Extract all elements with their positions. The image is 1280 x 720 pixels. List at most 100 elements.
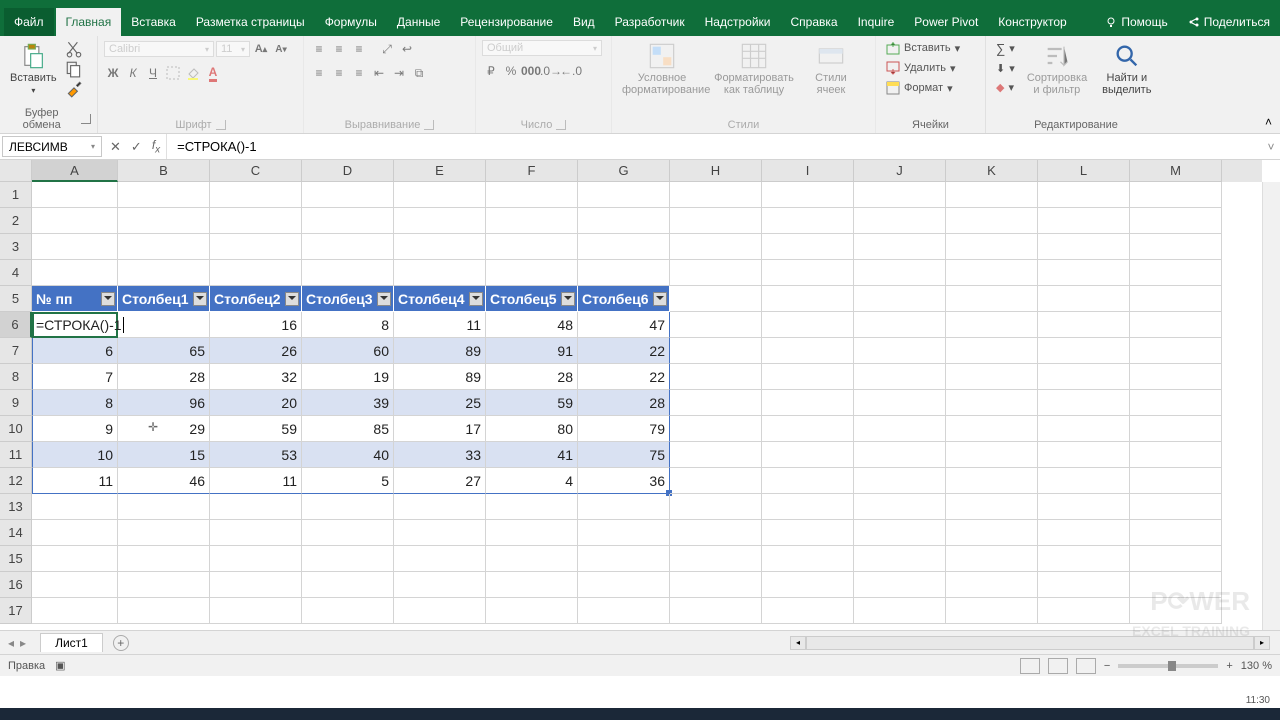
cell-F10[interactable]: 80 — [486, 416, 578, 442]
cell-B1[interactable] — [118, 182, 210, 208]
cell-J2[interactable] — [854, 208, 946, 234]
number-launcher[interactable] — [556, 120, 566, 130]
cell-G7[interactable]: 22 — [578, 338, 670, 364]
cell-E11[interactable]: 33 — [394, 442, 486, 468]
filter-button[interactable] — [193, 292, 207, 306]
decrease-font-button[interactable]: A▾ — [272, 40, 290, 58]
view-page-break-button[interactable] — [1076, 658, 1096, 674]
conditional-format-button[interactable]: Условное форматирование — [618, 40, 706, 98]
cell-G17[interactable] — [578, 598, 670, 624]
enter-formula-button[interactable]: ✓ — [131, 139, 142, 155]
view-page-layout-button[interactable] — [1048, 658, 1068, 674]
cell-H6[interactable] — [670, 312, 762, 338]
cell-M8[interactable] — [1130, 364, 1222, 390]
name-box[interactable]: ЛЕВСИМВ▾ — [2, 136, 102, 157]
font-size-combo[interactable]: 11▾ — [216, 41, 250, 57]
cut-button[interactable] — [65, 40, 83, 58]
cell-B8[interactable]: 28 — [118, 364, 210, 390]
cell-D1[interactable] — [302, 182, 394, 208]
font-name-combo[interactable]: Calibri▾ — [104, 41, 214, 57]
align-center[interactable]: ≡ — [330, 64, 348, 82]
comma-button[interactable]: 000 — [522, 62, 540, 80]
cell-L7[interactable] — [1038, 338, 1130, 364]
clear-button[interactable]: ◆ ▾ — [992, 80, 1019, 95]
cell-F5[interactable]: Столбец5 — [486, 286, 578, 312]
cell-E12[interactable]: 27 — [394, 468, 486, 494]
cell-H4[interactable] — [670, 260, 762, 286]
sheet-next-icon[interactable]: ▸ — [20, 636, 26, 650]
cell-M4[interactable] — [1130, 260, 1222, 286]
cell-L4[interactable] — [1038, 260, 1130, 286]
cell-B3[interactable] — [118, 234, 210, 260]
cell-H7[interactable] — [670, 338, 762, 364]
cell-L10[interactable] — [1038, 416, 1130, 442]
align-bottom[interactable]: ≡ — [350, 40, 368, 58]
cell-F4[interactable] — [486, 260, 578, 286]
cell-A1[interactable] — [32, 182, 118, 208]
cell-C16[interactable] — [210, 572, 302, 598]
cell-C13[interactable] — [210, 494, 302, 520]
cell-D3[interactable] — [302, 234, 394, 260]
cell-A2[interactable] — [32, 208, 118, 234]
cell-G1[interactable] — [578, 182, 670, 208]
cell-H12[interactable] — [670, 468, 762, 494]
cell-I7[interactable] — [762, 338, 854, 364]
cell-D13[interactable] — [302, 494, 394, 520]
cell-A13[interactable] — [32, 494, 118, 520]
cell-M9[interactable] — [1130, 390, 1222, 416]
cell-L3[interactable] — [1038, 234, 1130, 260]
find-select-button[interactable]: Найти и выделить — [1095, 40, 1159, 98]
cell-B7[interactable]: 65 — [118, 338, 210, 364]
select-all-corner[interactable] — [0, 160, 32, 182]
tab-вставка[interactable]: Вставка — [121, 8, 186, 36]
cell-I13[interactable] — [762, 494, 854, 520]
cell-K9[interactable] — [946, 390, 1038, 416]
row-header-9[interactable]: 9 — [0, 390, 32, 416]
cell-G2[interactable] — [578, 208, 670, 234]
cell-M10[interactable] — [1130, 416, 1222, 442]
cell-F14[interactable] — [486, 520, 578, 546]
paste-button[interactable]: Вставить ▾ — [6, 40, 61, 97]
cell-H14[interactable] — [670, 520, 762, 546]
cell-E15[interactable] — [394, 546, 486, 572]
cell-A8[interactable]: 7 — [32, 364, 118, 390]
clipboard-launcher[interactable] — [81, 114, 91, 124]
cell-M11[interactable] — [1130, 442, 1222, 468]
cell-D10[interactable]: 85 — [302, 416, 394, 442]
macro-record-icon[interactable]: ▣ — [55, 659, 65, 672]
cell-L16[interactable] — [1038, 572, 1130, 598]
cell-K5[interactable] — [946, 286, 1038, 312]
align-right[interactable]: ≡ — [350, 64, 368, 82]
copy-button[interactable] — [65, 60, 83, 78]
cell-C4[interactable] — [210, 260, 302, 286]
cell-C7[interactable]: 26 — [210, 338, 302, 364]
col-header-C[interactable]: C — [210, 160, 302, 182]
cell-M14[interactable] — [1130, 520, 1222, 546]
cell-M7[interactable] — [1130, 338, 1222, 364]
cell-D6[interactable]: 8 — [302, 312, 394, 338]
row-header-6[interactable]: 6 — [0, 312, 32, 338]
zoom-slider[interactable] — [1118, 664, 1218, 668]
cell-G9[interactable]: 28 — [578, 390, 670, 416]
cell-A15[interactable] — [32, 546, 118, 572]
cell-F7[interactable]: 91 — [486, 338, 578, 364]
col-header-D[interactable]: D — [302, 160, 394, 182]
filter-button[interactable] — [285, 292, 299, 306]
cell-C17[interactable] — [210, 598, 302, 624]
align-left[interactable]: ≡ — [310, 64, 328, 82]
tab-inquire[interactable]: Inquire — [848, 8, 905, 36]
row-header-14[interactable]: 14 — [0, 520, 32, 546]
cell-J16[interactable] — [854, 572, 946, 598]
cell-G8[interactable]: 22 — [578, 364, 670, 390]
cell-L15[interactable] — [1038, 546, 1130, 572]
cell-L11[interactable] — [1038, 442, 1130, 468]
cell-J8[interactable] — [854, 364, 946, 390]
align-launcher[interactable] — [424, 120, 434, 130]
cell-D2[interactable] — [302, 208, 394, 234]
cell-A10[interactable]: 9 — [32, 416, 118, 442]
cell-M5[interactable] — [1130, 286, 1222, 312]
number-format-combo[interactable]: Общий▾ — [482, 40, 602, 56]
cell-G10[interactable]: 79 — [578, 416, 670, 442]
tab-разметка-страницы[interactable]: Разметка страницы — [186, 8, 315, 36]
cell-K13[interactable] — [946, 494, 1038, 520]
